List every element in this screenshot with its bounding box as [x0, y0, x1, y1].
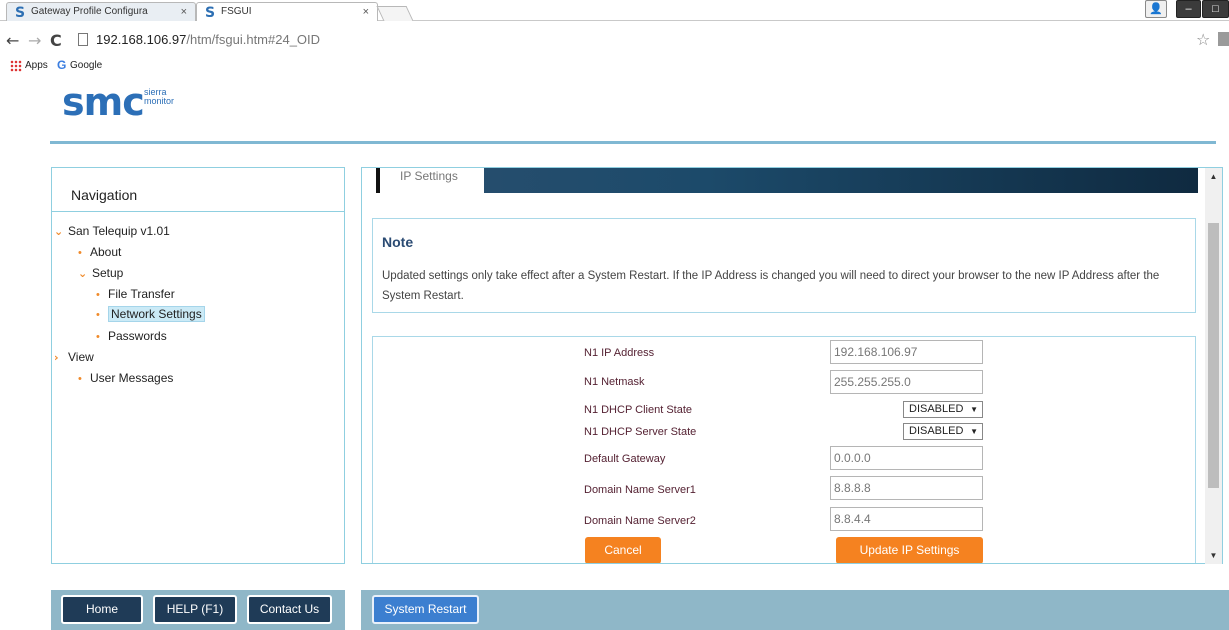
tree-item-file-transfer[interactable]: • File Transfer	[96, 287, 175, 301]
bookmarks-bar: Apps G Google	[0, 57, 1229, 75]
smc-favicon-icon: S	[15, 5, 26, 21]
footer-left-bar: Home HELP (F1) Contact Us	[51, 590, 345, 630]
contact-us-button[interactable]: Contact Us	[247, 595, 332, 624]
bookmark-star-icon[interactable]: ☆	[1196, 30, 1210, 49]
system-restart-button[interactable]: System Restart	[372, 595, 479, 624]
tree-item-label: User Messages	[90, 371, 174, 385]
footer-right-bar: System Restart	[361, 590, 1229, 630]
browser-tab-fsgui[interactable]: S FSGUI ×	[196, 2, 378, 21]
netmask-label: N1 Netmask	[584, 376, 645, 388]
logo-subtitle: sierra monitor	[144, 88, 174, 106]
back-arrow-icon[interactable]: ←	[6, 31, 19, 50]
main-content: IP Settings Note Updated settings only t…	[361, 167, 1223, 564]
url-field[interactable]: 192.168.106.97/htm/fsgui.htm#24_OID	[96, 32, 320, 47]
bullet-icon: •	[78, 247, 82, 259]
close-icon[interactable]: ×	[363, 3, 369, 21]
dns1-input[interactable]: 8.8.8.8	[830, 476, 983, 500]
bullet-icon: •	[78, 373, 82, 385]
dns2-input[interactable]: 8.8.4.4	[830, 507, 983, 531]
tree-item-passwords[interactable]: • Passwords	[96, 329, 167, 343]
tree-item-network-settings[interactable]: • Network Settings	[96, 306, 205, 322]
smc-logo: smc sierra monitor	[62, 80, 174, 124]
navigation-title: Navigation	[71, 187, 138, 203]
close-icon[interactable]: ×	[181, 3, 187, 21]
home-button[interactable]: Home	[61, 595, 143, 624]
minimize-icon[interactable]: –	[1176, 0, 1201, 18]
dropdown-arrow-icon: ▼	[970, 405, 978, 414]
address-bar: ← → C 192.168.106.97/htm/fsgui.htm#24_OI…	[0, 22, 1229, 57]
tab-strip	[376, 168, 1198, 193]
apps-grid-icon[interactable]	[10, 60, 22, 72]
new-tab-button[interactable]	[376, 6, 414, 21]
update-ip-settings-button[interactable]: Update IP Settings	[836, 537, 983, 563]
dhcp-server-select[interactable]: DISABLED ▼	[903, 423, 983, 440]
tab-title: Gateway Profile Configura	[31, 6, 148, 17]
tree-item-label: Passwords	[108, 329, 167, 343]
scrollbar-thumb[interactable]	[1208, 223, 1219, 488]
note-box: Note Updated settings only take effect a…	[372, 218, 1196, 313]
scroll-up-arrow-icon[interactable]: ▲	[1205, 172, 1222, 181]
bullet-icon: •	[96, 309, 100, 321]
bullet-icon: •	[96, 289, 100, 301]
tree-item-label-selected: Network Settings	[108, 306, 205, 322]
dhcp-server-label: N1 DHCP Server State	[584, 426, 697, 438]
tab-title: FSGUI	[221, 6, 252, 17]
tree-item-label: View	[68, 350, 94, 364]
reload-icon[interactable]: C	[50, 31, 62, 50]
user-profile-icon[interactable]: 👤	[1145, 0, 1167, 18]
chevron-down-icon[interactable]: ⌄	[78, 267, 92, 280]
google-icon[interactable]: G	[57, 58, 66, 72]
tree-item-label: San Telequip v1.01	[68, 224, 170, 238]
tab-ip-settings[interactable]: IP Settings	[380, 168, 484, 193]
forward-arrow-icon[interactable]: →	[28, 31, 41, 50]
help-button[interactable]: HELP (F1)	[153, 595, 237, 624]
dns2-label: Domain Name Server2	[584, 515, 696, 527]
content-scrollbar[interactable]: ▲ ▼	[1205, 168, 1222, 564]
tree-item-label: File Transfer	[108, 287, 175, 301]
dhcp-client-label: N1 DHCP Client State	[584, 404, 693, 416]
chevron-right-icon[interactable]: ›	[54, 351, 68, 364]
browser-tab-bar: S Gateway Profile Configura × S FSGUI × …	[0, 0, 1229, 21]
extension-icon[interactable]	[1218, 32, 1229, 46]
header-divider	[50, 141, 1216, 144]
note-text: Updated settings only take effect after …	[382, 270, 1160, 302]
url-host: 192.168.106.97	[96, 32, 187, 47]
tree-item-user-messages[interactable]: • User Messages	[78, 371, 173, 385]
maximize-icon[interactable]: □	[1202, 0, 1229, 18]
gateway-label: Default Gateway	[584, 453, 666, 465]
tree-item-view[interactable]: › View	[54, 350, 94, 364]
ip-address-input[interactable]: 192.168.106.97	[830, 340, 983, 364]
dhcp-client-select[interactable]: DISABLED ▼	[903, 401, 983, 418]
bookmark-google[interactable]: Google	[70, 60, 102, 71]
ip-address-label: N1 IP Address	[584, 347, 655, 359]
tree-item-setup[interactable]: ⌄ Setup	[78, 266, 123, 280]
bookmark-apps[interactable]: Apps	[25, 60, 48, 71]
select-value: DISABLED	[909, 425, 964, 437]
note-title: Note	[382, 234, 414, 250]
select-value: DISABLED	[909, 403, 964, 415]
scroll-down-arrow-icon[interactable]: ▼	[1205, 551, 1222, 560]
dns1-label: Domain Name Server1	[584, 484, 696, 496]
url-path: /htm/fsgui.htm#24_OID	[186, 32, 321, 47]
bullet-icon: •	[96, 331, 100, 343]
tree-item-label: About	[90, 245, 122, 259]
browser-tab-gateway-profile[interactable]: S Gateway Profile Configura ×	[6, 2, 196, 21]
navigation-panel: Navigation ⌄ San Telequip v1.01 • About ⌄ S…	[51, 167, 345, 564]
gateway-input[interactable]: 0.0.0.0	[830, 446, 983, 470]
tree-item-about[interactable]: • About	[78, 245, 121, 259]
ip-settings-form: N1 IP Address 192.168.106.97 N1 Netmask …	[372, 336, 1196, 563]
dropdown-arrow-icon: ▼	[970, 427, 978, 436]
navigation-divider	[52, 211, 344, 212]
logo-mark: smc	[62, 80, 145, 124]
netmask-input[interactable]: 255.255.255.0	[830, 370, 983, 394]
tree-item-root[interactable]: ⌄ San Telequip v1.01	[54, 224, 170, 238]
cancel-button[interactable]: Cancel	[585, 537, 661, 563]
smc-favicon-icon: S	[205, 5, 216, 21]
tree-item-label: Setup	[92, 266, 124, 280]
logo-sub-line-2: monitor	[144, 96, 175, 106]
chevron-down-icon[interactable]: ⌄	[54, 225, 68, 238]
page-icon	[78, 33, 88, 46]
